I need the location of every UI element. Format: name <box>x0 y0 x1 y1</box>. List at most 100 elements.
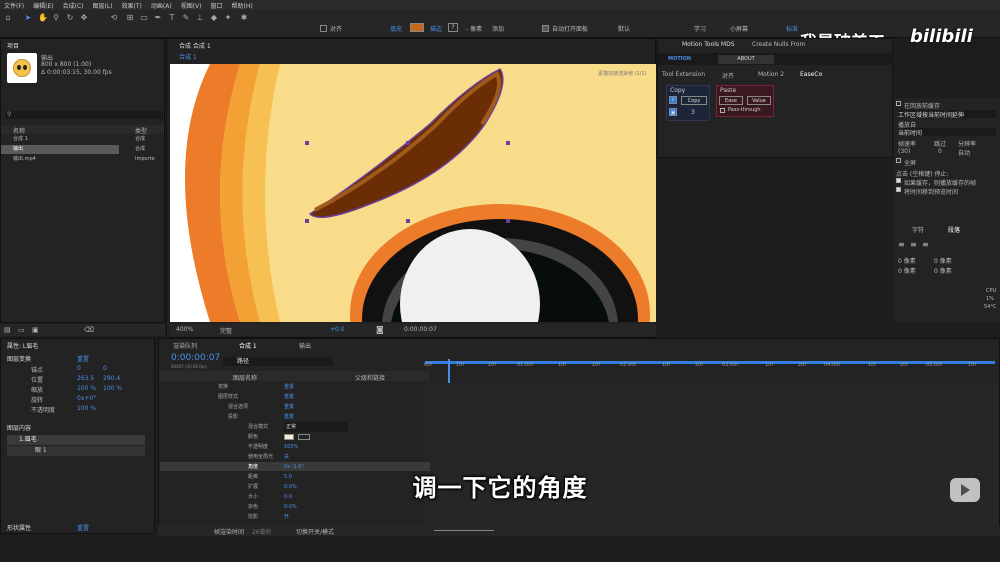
content-layer-2[interactable]: 眼 1 <box>7 446 145 456</box>
pan-tool-icon[interactable]: ✥ <box>80 14 88 22</box>
project-search[interactable]: ⚲ <box>5 111 163 119</box>
play-from-select[interactable]: 当前时间 <box>898 128 996 137</box>
position-x[interactable]: 263.5 <box>77 375 94 382</box>
interpret-icon[interactable]: ▤ <box>4 326 11 334</box>
workspace-standard[interactable]: 标准 <box>786 24 798 33</box>
align-right-icon[interactable]: ≡ <box>922 240 929 249</box>
tab-align[interactable]: 对齐 <box>722 71 734 80</box>
timeline-row[interactable]: 混合模式 正常 <box>160 422 430 432</box>
tab-tool-extension[interactable]: Tool Extension <box>662 71 705 78</box>
stroke-swatch[interactable]: ? <box>448 23 458 32</box>
col-layer-name[interactable]: 图层名称 <box>233 373 257 382</box>
brush-tool-icon[interactable]: ✎ <box>182 14 190 22</box>
timeline-row[interactable]: 杂色 0.0% <box>160 502 430 512</box>
opacity-value[interactable]: 100 % <box>77 405 96 412</box>
move-time-checkbox[interactable] <box>896 187 901 192</box>
resolution-select[interactable]: 自动 <box>958 148 970 157</box>
transform-reset[interactable]: 重置 <box>77 354 89 363</box>
align-checkbox[interactable] <box>320 25 327 32</box>
stamp-tool-icon[interactable]: ⊥ <box>196 14 204 22</box>
timeline-search[interactable]: 路径 <box>223 357 333 366</box>
copy-button[interactable]: Copy <box>681 96 707 105</box>
tab-character[interactable]: 字符 <box>912 225 924 234</box>
comp-subtab[interactable]: 合成 1 <box>179 52 197 61</box>
cache-checkbox[interactable] <box>896 178 901 183</box>
rotation-value[interactable]: 0x+0° <box>77 395 96 402</box>
create-nulls-tab[interactable]: Create Nulls From <box>752 41 805 48</box>
align-left-icon[interactable]: ≡ <box>898 240 905 249</box>
workspace-small[interactable]: 小屏幕 <box>730 24 748 33</box>
value-button[interactable]: Value <box>747 96 771 105</box>
timeline-timecode[interactable]: 0:00:00:07 <box>171 353 220 363</box>
pass-through-checkbox[interactable] <box>720 108 725 113</box>
pen-tool-icon[interactable]: ✒ <box>154 14 162 22</box>
orbit-tool-icon[interactable]: ↻ <box>66 14 74 22</box>
tab-motion2[interactable]: Motion 2 <box>758 71 784 78</box>
menu-view[interactable]: 视图(V) <box>181 1 202 10</box>
timeline-row[interactable]: 使用全局光关 <box>160 452 430 462</box>
timeline-row[interactable]: 变换 重置 <box>160 382 430 392</box>
tab-render-queue[interactable]: 渲染队列 <box>173 341 197 350</box>
rotate-tool-icon[interactable]: ⟲ <box>110 14 118 22</box>
zoom-select[interactable]: 400% <box>176 326 193 333</box>
timeline-row[interactable]: 混合选项 重置 <box>160 402 430 412</box>
tab-paragraph[interactable]: 段落 <box>948 225 960 234</box>
menu-layer[interactable]: 图层(L) <box>93 1 113 10</box>
auto-open-checkbox[interactable] <box>542 25 549 32</box>
workspace-learn[interactable]: 学习 <box>694 24 706 33</box>
col-parent[interactable]: 父级和链接 <box>355 373 385 382</box>
quality-select[interactable]: 完整 <box>220 326 232 335</box>
fullscreen-checkbox[interactable] <box>896 158 901 163</box>
project-item[interactable]: 合成 1 合成 <box>1 135 164 144</box>
range-select[interactable]: 工作区域按当前时间延伸 <box>898 110 996 119</box>
timeline-row[interactable]: 不透明度 100% <box>160 442 430 452</box>
ease-button[interactable]: Ease <box>719 96 743 105</box>
scale-y[interactable]: 100 % <box>103 385 122 392</box>
timeline-graph-area[interactable] <box>423 383 999 531</box>
home-icon[interactable]: ⌂ <box>4 14 12 22</box>
project-item[interactable]: 输出 <box>1 145 119 154</box>
motion-tools-tab[interactable]: Motion Tools MDS <box>682 41 735 48</box>
anchor-y[interactable]: 0 <box>103 365 107 372</box>
tab-output[interactable]: 输出 <box>299 341 311 350</box>
stroke-label[interactable]: 描边 <box>430 24 442 33</box>
copy-help-icon[interactable]: ? <box>669 96 677 104</box>
comp-tab[interactable]: 合成 合成 1 <box>179 41 211 50</box>
content-layer-1[interactable]: 1.眉毛 <box>7 435 145 445</box>
rectangle-tool-icon[interactable]: ▭ <box>140 14 148 22</box>
timeline-row[interactable]: 投影 重置 <box>160 412 430 422</box>
shape-reset[interactable]: 重置 <box>77 523 89 532</box>
align-center-icon[interactable]: ≡ <box>910 240 917 249</box>
hand-tool-icon[interactable]: ✋ <box>38 14 48 22</box>
selection-tool-icon[interactable]: ➤ <box>24 14 32 22</box>
indent-right[interactable]: 0 像素 <box>934 256 952 265</box>
add-label[interactable]: 添加 <box>492 24 504 33</box>
back-cache-checkbox[interactable] <box>896 101 901 106</box>
fill-label[interactable]: 填充 <box>390 24 402 33</box>
space-after[interactable]: 0 像素 <box>934 266 952 275</box>
col-type[interactable]: 类型 <box>135 126 147 135</box>
project-item[interactable]: 输出.mp4 Importe <box>1 155 164 164</box>
fps-select[interactable]: (30) <box>898 148 910 155</box>
zoom-tool-icon[interactable]: ⚲ <box>52 14 60 22</box>
menu-edit[interactable]: 编辑(E) <box>33 1 53 10</box>
menu-comp[interactable]: 合成(C) <box>63 1 84 10</box>
col-name[interactable]: 名称 <box>13 126 25 135</box>
puppet-tool-icon[interactable]: ✱ <box>240 14 248 22</box>
timeline-row[interactable]: 挖影开 <box>160 512 430 522</box>
menu-file[interactable]: 文件(F) <box>4 1 24 10</box>
about-button[interactable]: ABOUT <box>718 55 774 64</box>
new-comp-icon[interactable]: ▣ <box>32 326 39 334</box>
tab-comp-1[interactable]: 合成 1 <box>239 341 257 350</box>
eraser-tool-icon[interactable]: ◆ <box>210 14 218 22</box>
space-before[interactable]: 0 像素 <box>898 266 916 275</box>
copy-save-icon[interactable]: ▣ <box>669 108 677 116</box>
type-tool-icon[interactable]: T <box>168 14 176 22</box>
exposure-value[interactable]: +0.0 <box>330 326 345 333</box>
indent-left[interactable]: 0 像素 <box>898 256 916 265</box>
anchor-x[interactable]: 0 <box>77 365 81 372</box>
menu-help[interactable]: 帮助(H) <box>232 1 253 10</box>
workspace-default[interactable]: 默认 <box>618 24 630 33</box>
timeline-row[interactable]: 颜色 <box>160 432 430 442</box>
skip-select[interactable]: 0 <box>938 148 942 155</box>
